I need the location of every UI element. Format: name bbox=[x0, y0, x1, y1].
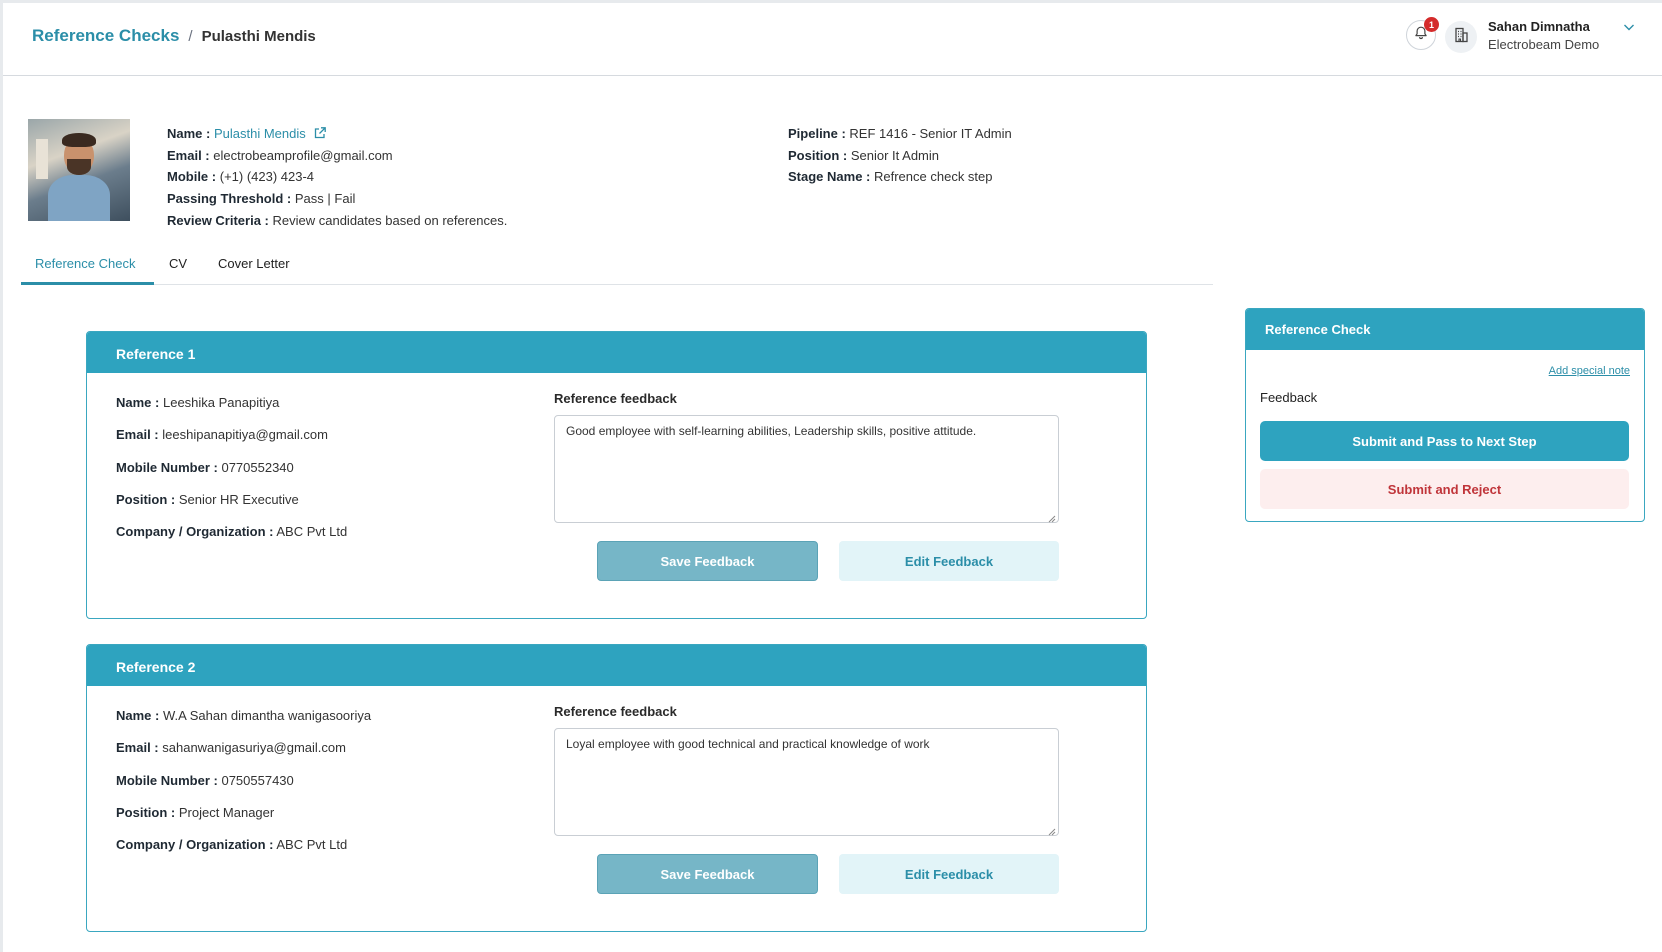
reference-mobile: 0770552340 bbox=[221, 460, 294, 475]
reference-card-title: Reference 1 bbox=[87, 332, 1146, 373]
tab-cv[interactable]: CV bbox=[169, 256, 187, 271]
reference-mobile-row: Mobile Number : 0770552340 bbox=[116, 460, 294, 475]
reference-feedback-textarea[interactable]: Loyal employee with good technical and p… bbox=[554, 728, 1059, 836]
save-feedback-button[interactable]: Save Feedback bbox=[597, 854, 818, 894]
reference-position-row: Position : Project Manager bbox=[116, 805, 274, 820]
candidate-name-label: Name : bbox=[167, 126, 211, 141]
tab-cover-letter[interactable]: Cover Letter bbox=[218, 256, 290, 271]
position-label: Position : bbox=[788, 148, 848, 163]
reference-email-label: Email : bbox=[116, 740, 159, 755]
reference-email-label: Email : bbox=[116, 427, 159, 442]
reference-mobile-row: Mobile Number : 0750557430 bbox=[116, 773, 294, 788]
reference-card-2: Reference 2 Name : W.A Sahan dimantha wa… bbox=[86, 644, 1147, 932]
candidate-name-row: Name : Pulasthi Mendis bbox=[167, 126, 327, 143]
reference-mobile-label: Mobile Number : bbox=[116, 460, 218, 475]
reference-email-row: Email : leeshipanapitiya@gmail.com bbox=[116, 427, 328, 442]
pipeline-label: Pipeline : bbox=[788, 126, 846, 141]
review-criteria-label: Review Criteria : bbox=[167, 213, 269, 228]
reference-company-row: Company / Organization : ABC Pvt Ltd bbox=[116, 837, 347, 852]
reference-feedback-textarea[interactable]: Good employee with self-learning abiliti… bbox=[554, 415, 1059, 523]
reference-email: sahanwanigasuriya@gmail.com bbox=[162, 740, 346, 755]
reference-feedback-label: Reference feedback bbox=[554, 391, 677, 406]
save-feedback-button[interactable]: Save Feedback bbox=[597, 541, 818, 581]
position-row: Position : Senior It Admin bbox=[788, 148, 939, 163]
reference-feedback-text: Good employee with self-learning abiliti… bbox=[566, 424, 977, 438]
reference-feedback-text: Loyal employee with good technical and p… bbox=[566, 737, 930, 751]
panel-feedback-label: Feedback bbox=[1260, 390, 1318, 405]
breadcrumb-current: Pulasthi Mendis bbox=[201, 27, 316, 45]
passing-threshold-row: Passing Threshold : Pass | Fail bbox=[167, 191, 355, 206]
breadcrumb: Reference Checks / Pulasthi Mendis bbox=[32, 26, 316, 46]
reference-email-row: Email : sahanwanigasuriya@gmail.com bbox=[116, 740, 346, 755]
chevron-down-icon[interactable] bbox=[1622, 20, 1636, 34]
candidate-name-link[interactable]: Pulasthi Mendis bbox=[214, 126, 306, 141]
position-value: Senior It Admin bbox=[850, 148, 939, 163]
submit-pass-button[interactable]: Submit and Pass to Next Step bbox=[1260, 421, 1629, 461]
user-name[interactable]: Sahan Dimnatha bbox=[1488, 19, 1590, 34]
active-tab-indicator bbox=[21, 282, 154, 285]
reference-position: Project Manager bbox=[178, 805, 275, 820]
tab-bar: Reference Check CV Cover Letter bbox=[21, 244, 1213, 285]
edit-feedback-button[interactable]: Edit Feedback bbox=[839, 854, 1059, 894]
review-criteria: Review candidates based on references. bbox=[272, 213, 508, 228]
external-link-icon[interactable] bbox=[313, 126, 327, 143]
organization-button[interactable] bbox=[1445, 21, 1477, 53]
panel-title: Reference Check bbox=[1246, 309, 1644, 350]
candidate-mobile: (+1) (423) 423-4 bbox=[219, 169, 315, 184]
candidate-mobile-row: Mobile : (+1) (423) 423-4 bbox=[167, 169, 314, 184]
review-criteria-row: Review Criteria : Review candidates base… bbox=[167, 213, 507, 228]
reference-position-row: Position : Senior HR Executive bbox=[116, 492, 299, 507]
threshold-fail: Fail bbox=[334, 191, 356, 206]
notification-badge: 1 bbox=[1424, 17, 1439, 32]
building-icon bbox=[1452, 26, 1470, 49]
reference-card-1: Reference 1 Name : Leeshika Panapitiya E… bbox=[86, 331, 1147, 619]
passing-threshold-label: Passing Threshold : bbox=[167, 191, 292, 206]
reference-name: W.A Sahan dimantha wanigasooriya bbox=[162, 708, 372, 723]
candidate-email-row: Email : electrobeamprofile@gmail.com bbox=[167, 148, 393, 163]
reference-name-row: Name : Leeshika Panapitiya bbox=[116, 395, 279, 410]
candidate-email: electrobeamprofile@gmail.com bbox=[213, 148, 393, 163]
reference-name-row: Name : W.A Sahan dimantha wanigasooriya bbox=[116, 708, 371, 723]
top-bar: Reference Checks / Pulasthi Mendis 1 Sah… bbox=[3, 3, 1662, 76]
reference-name-label: Name : bbox=[116, 708, 160, 723]
reference-position-label: Position : bbox=[116, 492, 176, 507]
resize-handle-icon[interactable] bbox=[1048, 825, 1056, 836]
user-organization: Electrobeam Demo bbox=[1488, 37, 1600, 52]
reference-feedback-label: Reference feedback bbox=[554, 704, 677, 719]
threshold-pass: Pass bbox=[294, 191, 324, 206]
edit-feedback-button[interactable]: Edit Feedback bbox=[839, 541, 1059, 581]
pipeline-value: REF 1416 - Senior IT Admin bbox=[849, 126, 1012, 141]
reference-name-label: Name : bbox=[116, 395, 160, 410]
candidate-mobile-label: Mobile : bbox=[167, 169, 217, 184]
reference-company-row: Company / Organization : ABC Pvt Ltd bbox=[116, 524, 347, 539]
reference-card-title: Reference 2 bbox=[87, 645, 1146, 686]
reference-mobile-label: Mobile Number : bbox=[116, 773, 218, 788]
reference-company-label: Company / Organization : bbox=[116, 837, 274, 852]
reference-position: Senior HR Executive bbox=[178, 492, 299, 507]
reference-check-panel: Reference Check Add special note Feedbac… bbox=[1245, 308, 1645, 522]
reference-mobile: 0750557430 bbox=[221, 773, 294, 788]
stage-name-label: Stage Name : bbox=[788, 169, 871, 184]
pipeline-row: Pipeline : REF 1416 - Senior IT Admin bbox=[788, 126, 1012, 141]
stage-name-value: Refrence check step bbox=[874, 169, 993, 184]
reference-company-label: Company / Organization : bbox=[116, 524, 274, 539]
tab-reference-check[interactable]: Reference Check bbox=[35, 256, 135, 271]
reference-position-label: Position : bbox=[116, 805, 176, 820]
submit-reject-button[interactable]: Submit and Reject bbox=[1260, 469, 1629, 509]
add-special-note-link[interactable]: Add special note bbox=[1549, 365, 1630, 377]
notifications-button[interactable]: 1 bbox=[1406, 17, 1439, 50]
breadcrumb-reference-checks[interactable]: Reference Checks bbox=[32, 26, 179, 46]
reference-email: leeshipanapitiya@gmail.com bbox=[162, 427, 328, 442]
resize-handle-icon[interactable] bbox=[1048, 512, 1056, 523]
page-border-left bbox=[0, 0, 3, 952]
candidate-photo bbox=[28, 119, 130, 221]
candidate-email-label: Email : bbox=[167, 148, 210, 163]
reference-company: ABC Pvt Ltd bbox=[276, 524, 348, 539]
threshold-separator: | bbox=[327, 191, 331, 206]
stage-name-row: Stage Name : Refrence check step bbox=[788, 169, 993, 184]
breadcrumb-separator: / bbox=[188, 27, 193, 45]
reference-company: ABC Pvt Ltd bbox=[276, 837, 348, 852]
reference-name: Leeshika Panapitiya bbox=[162, 395, 280, 410]
